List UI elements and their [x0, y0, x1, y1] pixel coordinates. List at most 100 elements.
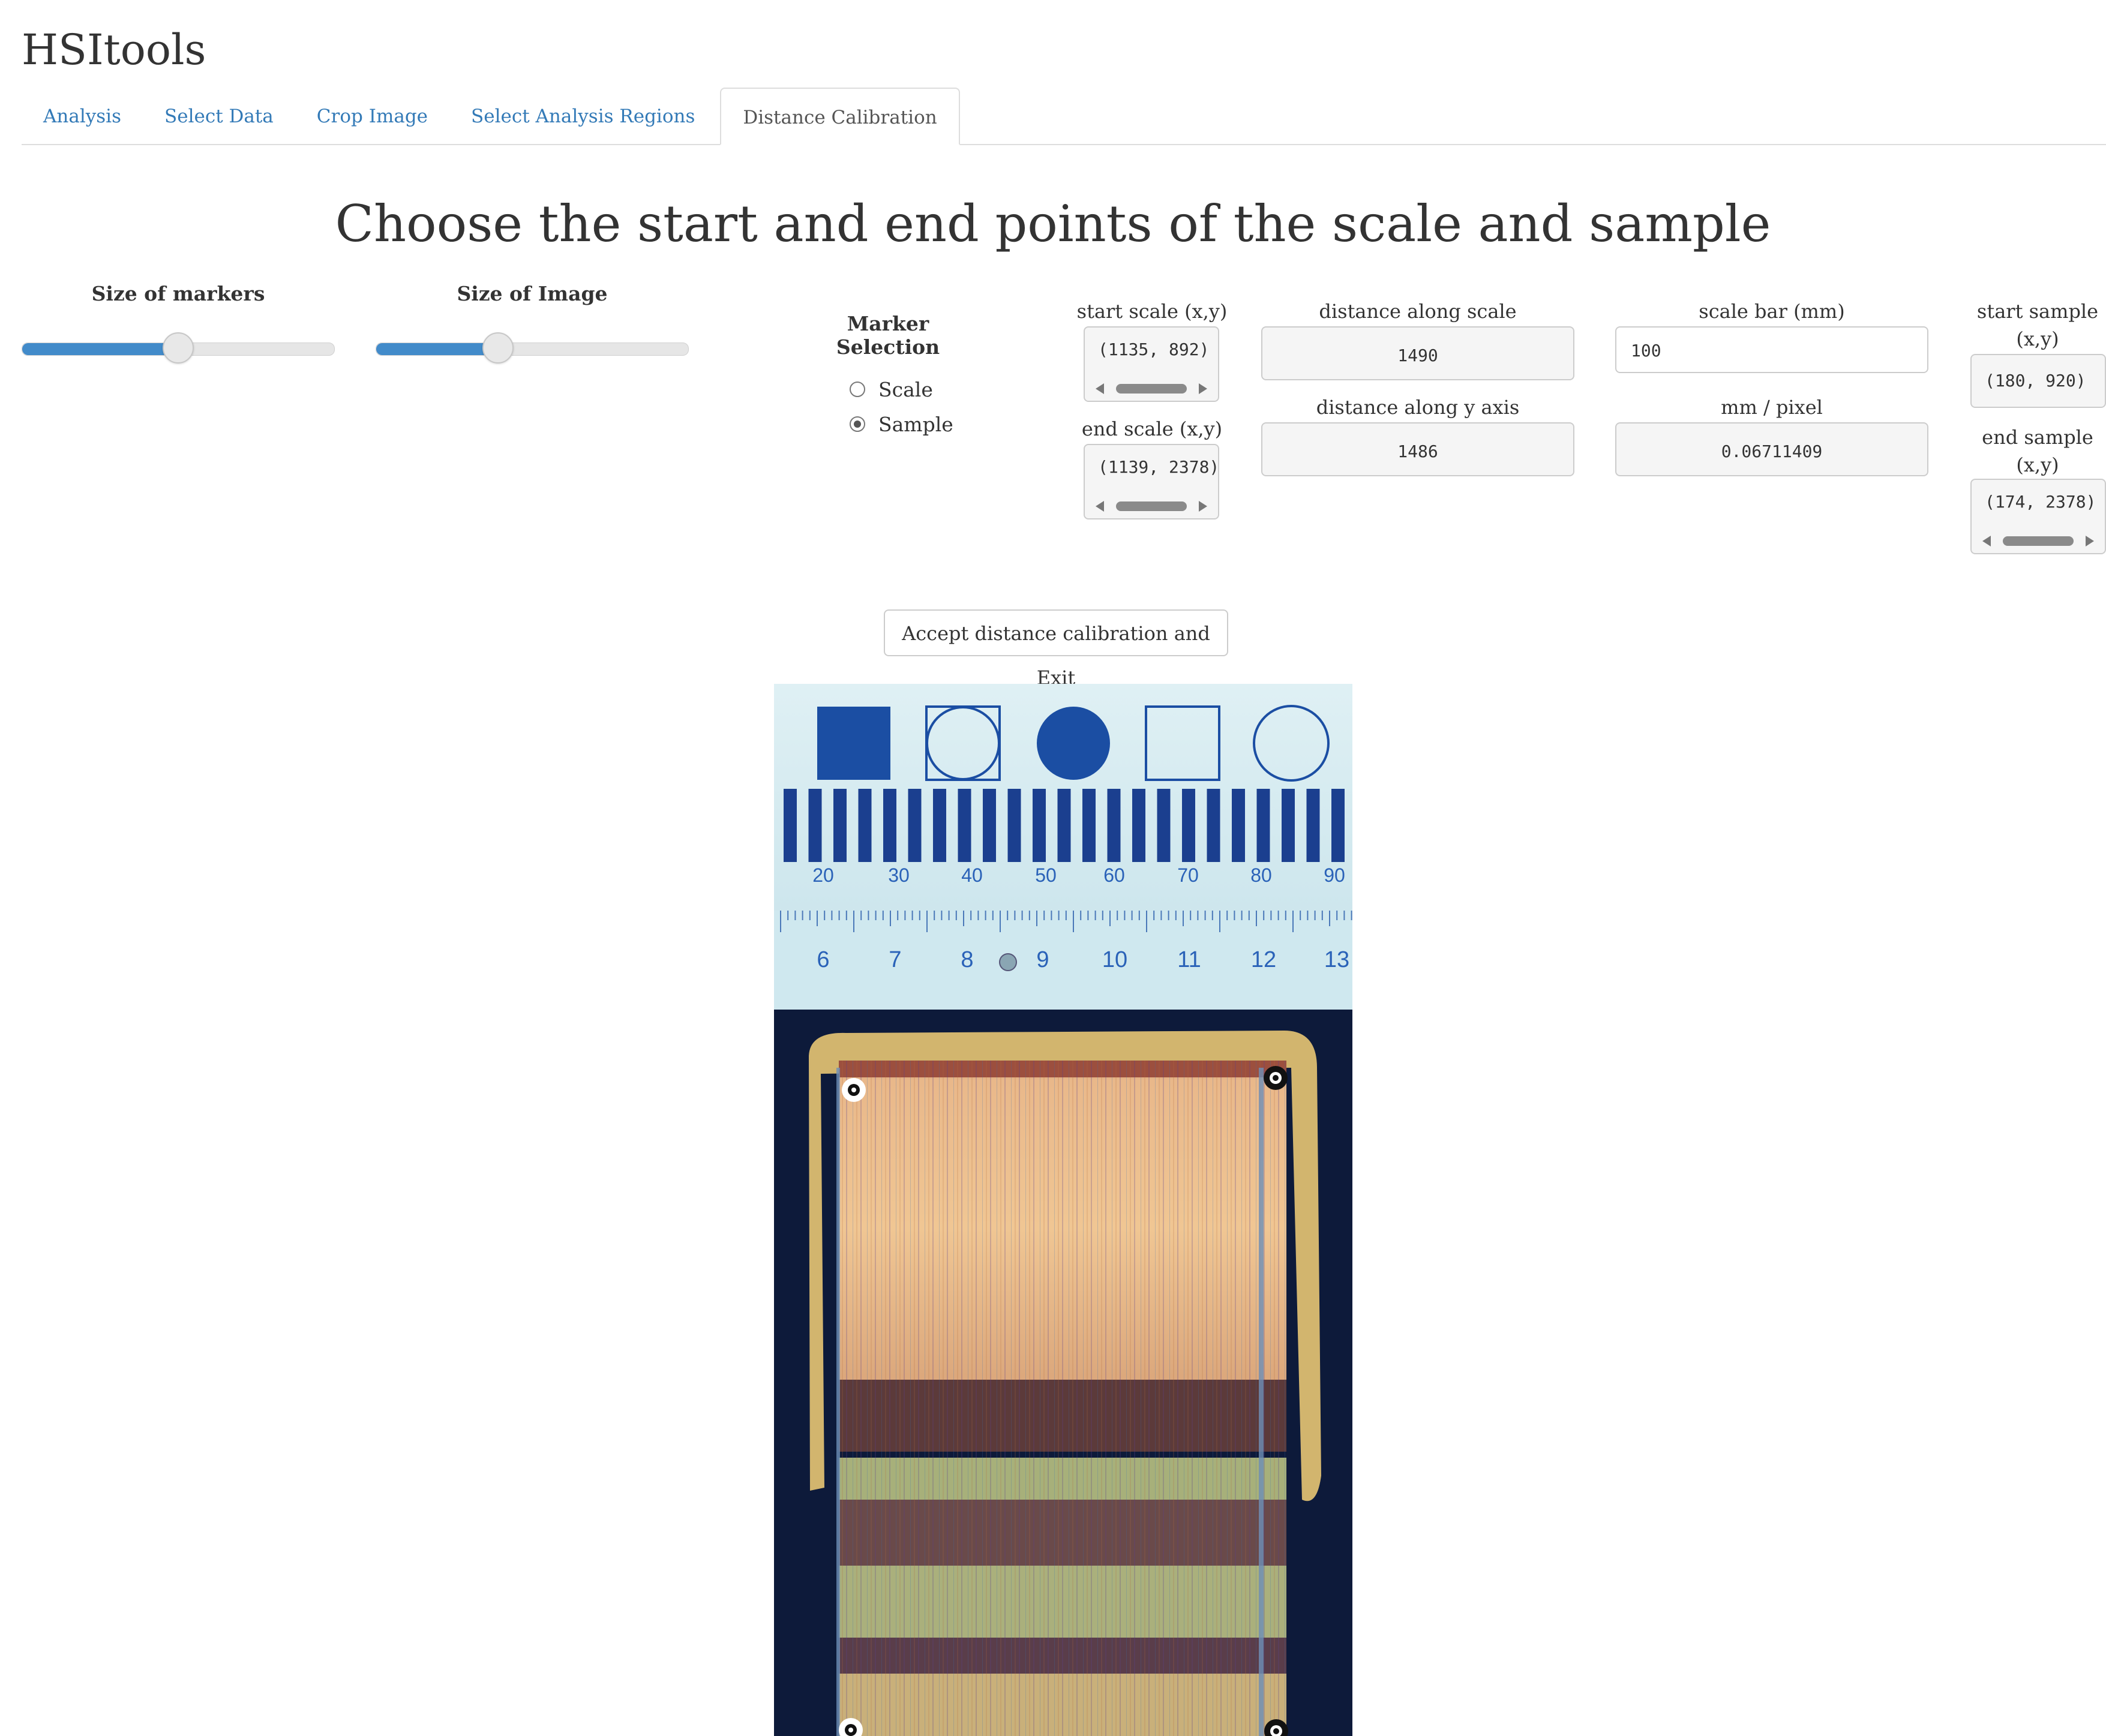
ruler-tick	[882, 911, 884, 920]
distance-along-scale-value: 1490	[1397, 346, 1438, 365]
radio-scale-circle[interactable]	[850, 382, 865, 397]
ruler-tick	[1292, 911, 1294, 932]
radio-scale[interactable]: Scale	[850, 372, 984, 407]
start-scale-scrollbar[interactable]	[1085, 379, 1218, 397]
ruler-tick	[1263, 911, 1265, 920]
ruler-tick	[1028, 911, 1030, 920]
ruler-top-number: 30	[888, 864, 910, 886]
radio-sample-circle[interactable]	[850, 416, 865, 432]
ruler-tick	[1073, 911, 1074, 932]
ruler-tick	[1256, 911, 1257, 926]
ruler-bar	[1331, 789, 1345, 862]
radio-sample-label: Sample	[878, 412, 953, 436]
ruler-tick	[1036, 911, 1037, 926]
ruler-bar	[1182, 789, 1195, 862]
ruler-bar	[858, 789, 872, 862]
sample-start-marker[interactable]	[842, 1078, 866, 1102]
ruler-tick	[868, 911, 869, 920]
ruler-tick	[1300, 911, 1301, 920]
ruler-tick	[1321, 911, 1323, 920]
image-size-slider-fill	[376, 343, 498, 355]
scroll-left-icon[interactable]	[1096, 383, 1104, 394]
end-sample-output[interactable]: (174, 2378)	[1970, 479, 2106, 554]
ruler-tick	[1175, 911, 1177, 920]
image-size-label: Size of Image	[457, 282, 608, 305]
core-image[interactable]: 20 30 40 50 60 70 80 90 6 7 8 9 10 11 12…	[774, 684, 1352, 1736]
ruler-tick	[992, 911, 994, 920]
ruler-bar	[1107, 789, 1121, 862]
scale-start-marker[interactable]	[1264, 1066, 1288, 1090]
scale-bar-input[interactable]: 100	[1615, 326, 1928, 373]
scroll-right-icon[interactable]	[1199, 501, 1207, 512]
ruler-bottom-number: 10	[1102, 947, 1127, 972]
scroll-right-icon[interactable]	[2086, 536, 2094, 546]
ruler-tick	[941, 911, 943, 920]
ruler-bar	[1256, 789, 1270, 862]
ruler-bar	[1157, 789, 1171, 862]
start-scale-value: (1135, 892)	[1098, 340, 1210, 359]
distance-along-scale-output: 1490	[1261, 326, 1574, 380]
scroll-left-icon[interactable]	[1096, 501, 1104, 512]
ruler-tick	[1146, 911, 1147, 932]
start-scale-output[interactable]: (1135, 892)	[1084, 326, 1219, 402]
image-size-slider[interactable]	[376, 332, 689, 364]
end-scale-output[interactable]: (1139, 2378)	[1084, 444, 1219, 519]
ruler-tick	[1000, 911, 1001, 932]
ruler-tick	[1131, 911, 1133, 920]
ruler-tick	[1277, 911, 1279, 920]
tab-crop-image[interactable]: Crop Image	[295, 88, 449, 144]
ruler-bar	[1007, 789, 1021, 862]
marker-selection-group: Marker Selection Scale Sample	[792, 312, 984, 441]
tab-analysis[interactable]: Analysis	[22, 88, 143, 144]
ruler-tick	[875, 911, 877, 920]
tab-select-analysis-regions[interactable]: Select Analysis Regions	[449, 88, 716, 144]
start-sample-value: (180, 920)	[1985, 371, 2086, 391]
ruler-tick	[934, 911, 935, 920]
ruler-bottom-number: 6	[817, 947, 829, 972]
ruler-tick	[780, 911, 781, 932]
radio-sample[interactable]: Sample	[850, 407, 984, 441]
marker-size-label: Size of markers	[91, 282, 265, 305]
ruler-tick	[1117, 911, 1118, 920]
ruler-tick	[1234, 911, 1235, 920]
ruler-tick	[1087, 911, 1089, 920]
scroll-thumb[interactable]	[2003, 536, 2074, 546]
ruler-tick	[1204, 911, 1206, 920]
scroll-right-icon[interactable]	[1199, 383, 1207, 394]
scroll-thumb[interactable]	[1116, 384, 1187, 394]
ruler-tick	[1314, 911, 1316, 920]
ruler-bottom-number: 13	[1324, 947, 1349, 972]
ruler-tick	[911, 911, 913, 920]
marker-size-slider-handle[interactable]	[163, 332, 194, 364]
ruler-tick	[1153, 911, 1155, 920]
app-title: HSItools	[22, 25, 206, 74]
ruler-tick	[904, 911, 906, 920]
marker-size-slider[interactable]	[22, 332, 335, 364]
page-title: Choose the start and end points of the s…	[335, 194, 1771, 253]
end-sample-value: (174, 2378)	[1985, 492, 2096, 512]
tab-select-data[interactable]: Select Data	[143, 88, 295, 144]
ruler-tick	[1138, 911, 1140, 920]
ruler-tick	[817, 911, 818, 926]
image-size-slider-handle[interactable]	[482, 332, 514, 364]
ruler-tick	[1211, 911, 1213, 920]
end-scale-scrollbar[interactable]	[1085, 497, 1218, 515]
ruler-tick	[1285, 911, 1286, 920]
mm-per-pixel-output: 0.06711409	[1615, 422, 1928, 476]
ruler-bottom-number: 8	[961, 947, 973, 972]
ruler-tick	[963, 911, 964, 926]
distance-along-y-output: 1486	[1261, 422, 1574, 476]
scroll-thumb[interactable]	[1116, 501, 1187, 511]
ruler-bar	[1232, 789, 1245, 862]
filled-square-icon	[817, 707, 890, 780]
ruler-bottom-number: 11	[1177, 947, 1201, 972]
ruler-bar	[1282, 789, 1295, 862]
ruler-bar	[1306, 789, 1320, 862]
ruler-top-number: 20	[812, 864, 834, 886]
scroll-left-icon[interactable]	[1982, 536, 1991, 546]
tab-distance-calibration[interactable]: Distance Calibration	[720, 88, 960, 145]
accept-calibration-button[interactable]: Accept distance calibration and Exit	[884, 609, 1228, 689]
mm-per-pixel-label: mm / pixel	[1721, 396, 1823, 419]
ruler-tick	[1043, 911, 1045, 920]
end-sample-scrollbar[interactable]	[1972, 531, 2105, 549]
